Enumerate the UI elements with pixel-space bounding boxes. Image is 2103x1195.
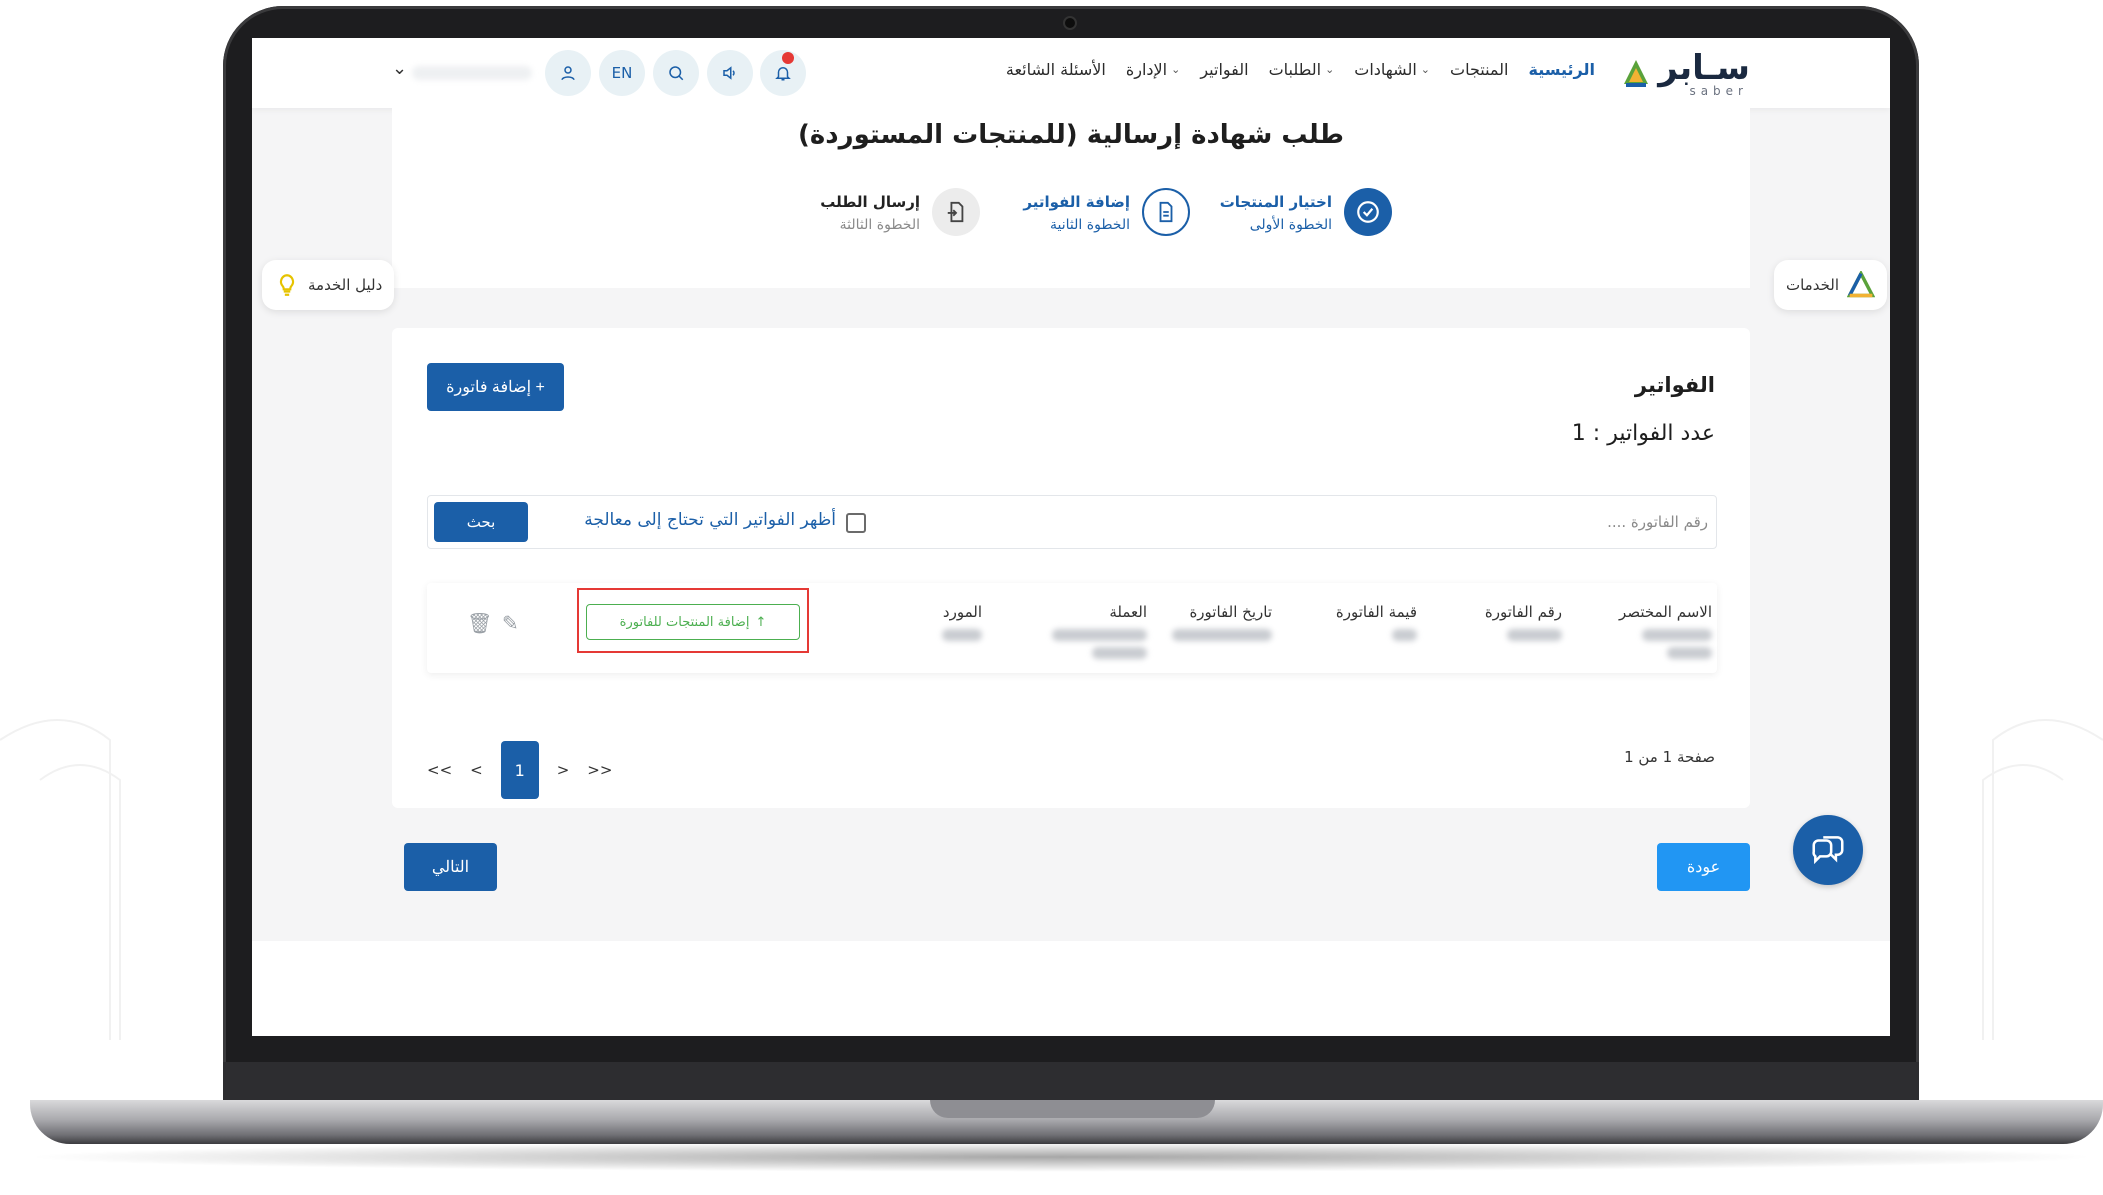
logo-leaf-icon xyxy=(1624,60,1648,87)
nav-faq[interactable]: الأسئلة الشائعة xyxy=(1006,60,1106,79)
column-header: المورد xyxy=(942,603,982,621)
nav-certificates[interactable]: الشهادات ⌄ xyxy=(1354,60,1430,79)
lightbulb-icon xyxy=(279,274,295,296)
services-pill[interactable]: الخدمات xyxy=(1773,260,1887,310)
notifications-button[interactable] xyxy=(760,50,806,96)
saber-logo[interactable]: سـابر saber xyxy=(1620,48,1750,98)
main-nav: الرئيسية المنتجات الشهادات ⌄ الطلبات ⌄ الف… xyxy=(1006,60,1595,79)
nav-home[interactable]: الرئيسية xyxy=(1529,60,1596,79)
search-submit-button[interactable]: بحث xyxy=(434,502,528,542)
redacted-cell xyxy=(942,629,982,641)
search-icon xyxy=(669,66,684,81)
logo-text: سـابر xyxy=(1658,48,1750,88)
invoices-table: الاسم المختصر رقم الفاتورة قيمة الفاتورة… xyxy=(427,583,1717,673)
user-profile-button[interactable] xyxy=(545,50,591,96)
webcam-icon xyxy=(1063,16,1077,30)
laptop-bezel xyxy=(223,1062,1919,1100)
redacted-cell xyxy=(1507,629,1562,641)
highlight-box: إضافة المنتجات للفاتورة ↑ xyxy=(577,588,809,653)
app-screen: سـابر saber الرئيسية المنتجات الشهادات ⌄ … xyxy=(252,38,1890,1036)
column-header: الاسم المختصر xyxy=(1619,603,1712,621)
page-prev-button[interactable]: < xyxy=(470,761,483,779)
nav-products[interactable]: المنتجات xyxy=(1450,60,1509,79)
service-guide-pill[interactable]: دليل الخدمة xyxy=(262,260,395,310)
chevron-down-icon: ⌄ xyxy=(1325,63,1335,76)
invoice-search-bar: أظهر الفواتير التي تحتاج إلى معالجة بحث xyxy=(427,495,1717,549)
redacted-cell xyxy=(1172,629,1272,641)
step-current-circle xyxy=(1142,188,1190,236)
invoices-card: إضافة فاتورة + الفواتير عدد الفواتير : 1… xyxy=(392,328,1750,808)
search-button[interactable] xyxy=(653,50,699,96)
send-document-icon xyxy=(947,201,964,223)
speaker-icon xyxy=(723,66,735,80)
page-info: صفحة 1 من 1 xyxy=(1624,748,1715,766)
chevron-down-icon: ⌄ xyxy=(1171,63,1181,76)
top-navbar: سـابر saber الرئيسية المنتجات الشهادات ⌄ … xyxy=(252,38,1890,108)
accessibility-audio-button[interactable] xyxy=(707,50,753,96)
redacted-cell xyxy=(1392,629,1417,641)
laptop-notch xyxy=(930,1100,1215,1118)
invoices-section-title: الفواتير xyxy=(1634,373,1715,397)
column-header: تاريخ الفاتورة xyxy=(1189,603,1272,621)
column-header: قيمة الفاتورة xyxy=(1335,603,1417,621)
language-toggle[interactable]: EN xyxy=(599,50,645,96)
column-header: العملة xyxy=(1109,603,1147,621)
redacted-cell xyxy=(1092,647,1147,659)
redacted-cell xyxy=(1667,647,1712,659)
page-first-button[interactable]: << xyxy=(427,761,452,779)
step-submit-request: إرسال الطلب الخطوة الثالثة xyxy=(810,188,980,248)
user-icon xyxy=(561,66,575,81)
add-products-to-invoice-button[interactable]: إضافة المنتجات للفاتورة ↑ xyxy=(586,604,800,640)
page-next-button[interactable]: > xyxy=(557,761,570,779)
notification-dot xyxy=(782,52,794,64)
trash-icon[interactable]: 🗑 xyxy=(467,611,492,635)
step-done-circle xyxy=(1344,188,1392,236)
laptop-shadow xyxy=(20,1142,2103,1172)
check-circle-icon xyxy=(1357,201,1379,223)
chevron-down-icon[interactable]: ⌄ xyxy=(392,58,407,79)
page-current-button[interactable]: 1 xyxy=(500,741,539,799)
edit-pencil-icon[interactable]: ✎ xyxy=(502,611,519,635)
step-pending-circle xyxy=(932,188,980,236)
chat-support-button[interactable] xyxy=(1793,815,1863,885)
arrow-up-icon: ↑ xyxy=(755,614,767,630)
chevron-down-icon: ⌄ xyxy=(1420,63,1430,76)
request-header-card: طلب شهادة إرسالية (للمنتجات المستوردة) ا… xyxy=(392,108,1750,288)
pagination: << < 1 > >> xyxy=(427,741,612,799)
column-header: رقم الفاتورة xyxy=(1484,603,1562,621)
page-title: طلب شهادة إرسالية (للمنتجات المستوردة) xyxy=(798,120,1344,150)
bell-icon xyxy=(775,67,791,81)
needs-processing-label[interactable]: أظهر الفواتير التي تحتاج إلى معالجة xyxy=(556,510,836,530)
document-icon xyxy=(1159,201,1173,223)
add-invoice-button[interactable]: إضافة فاتورة + xyxy=(427,363,564,411)
step-add-invoices: إضافة الفواتير الخطوة الثانية xyxy=(1020,188,1190,248)
nav-requests[interactable]: الطلبات ⌄ xyxy=(1269,60,1335,79)
invoice-count: عدد الفواتير : 1 xyxy=(1571,421,1715,446)
nav-invoices[interactable]: الفواتير xyxy=(1200,60,1248,79)
redacted-cell xyxy=(1642,629,1712,641)
redacted-cell xyxy=(1052,629,1147,641)
next-button[interactable]: التالي xyxy=(404,843,497,891)
needs-processing-checkbox[interactable] xyxy=(846,513,866,533)
nav-management[interactable]: الإدارة ⌄ xyxy=(1126,60,1180,79)
page-last-button[interactable]: >> xyxy=(587,761,612,779)
user-name-redacted xyxy=(412,66,532,80)
step-select-products: اختيار المنتجات الخطوة الأولى xyxy=(1220,188,1392,248)
logo-subtext: saber xyxy=(1689,84,1748,98)
chat-bubbles-icon xyxy=(1812,836,1844,865)
back-button[interactable]: عودة xyxy=(1657,843,1750,891)
invoice-number-search-input[interactable] xyxy=(1348,508,1708,536)
services-logo-icon xyxy=(1847,271,1875,298)
